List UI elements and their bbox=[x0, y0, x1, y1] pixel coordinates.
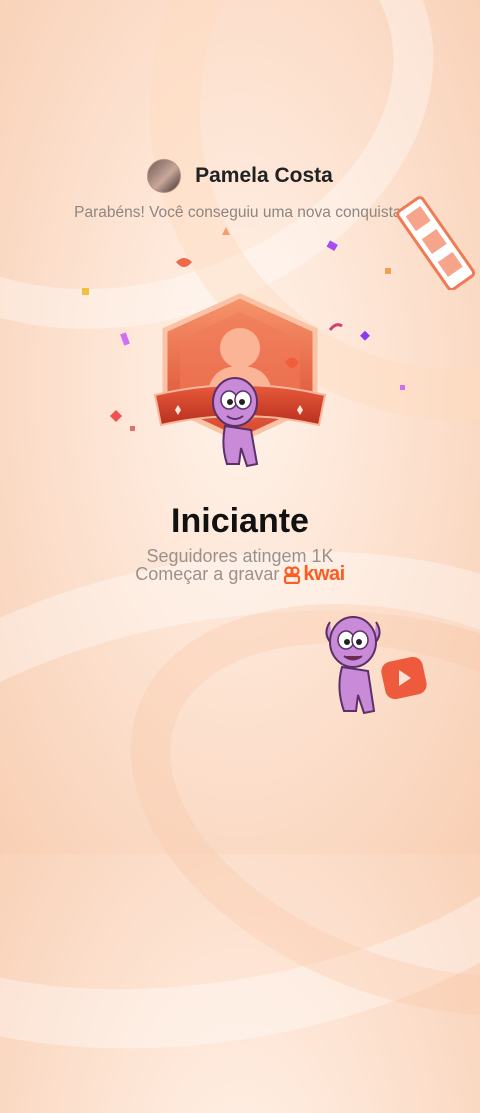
kwai-logo[interactable]: kwai bbox=[283, 563, 345, 586]
user-header: Pamela Costa bbox=[0, 158, 480, 194]
kwai-logo-text: kwai bbox=[303, 563, 345, 585]
play-record-icon[interactable] bbox=[380, 656, 428, 700]
kwai-logo-icon bbox=[284, 565, 301, 584]
record-cta-row: Começar a gravar kwai bbox=[0, 563, 480, 586]
record-cta-text[interactable]: Começar a gravar bbox=[135, 564, 279, 585]
pink-mascot-icon bbox=[212, 377, 259, 468]
username: Pamela Costa bbox=[195, 164, 333, 187]
avatar[interactable] bbox=[147, 159, 182, 193]
achievement-title: Iniciante bbox=[171, 502, 309, 540]
pink-mascot-icon bbox=[325, 616, 381, 715]
background-swoosh bbox=[73, 528, 480, 1092]
